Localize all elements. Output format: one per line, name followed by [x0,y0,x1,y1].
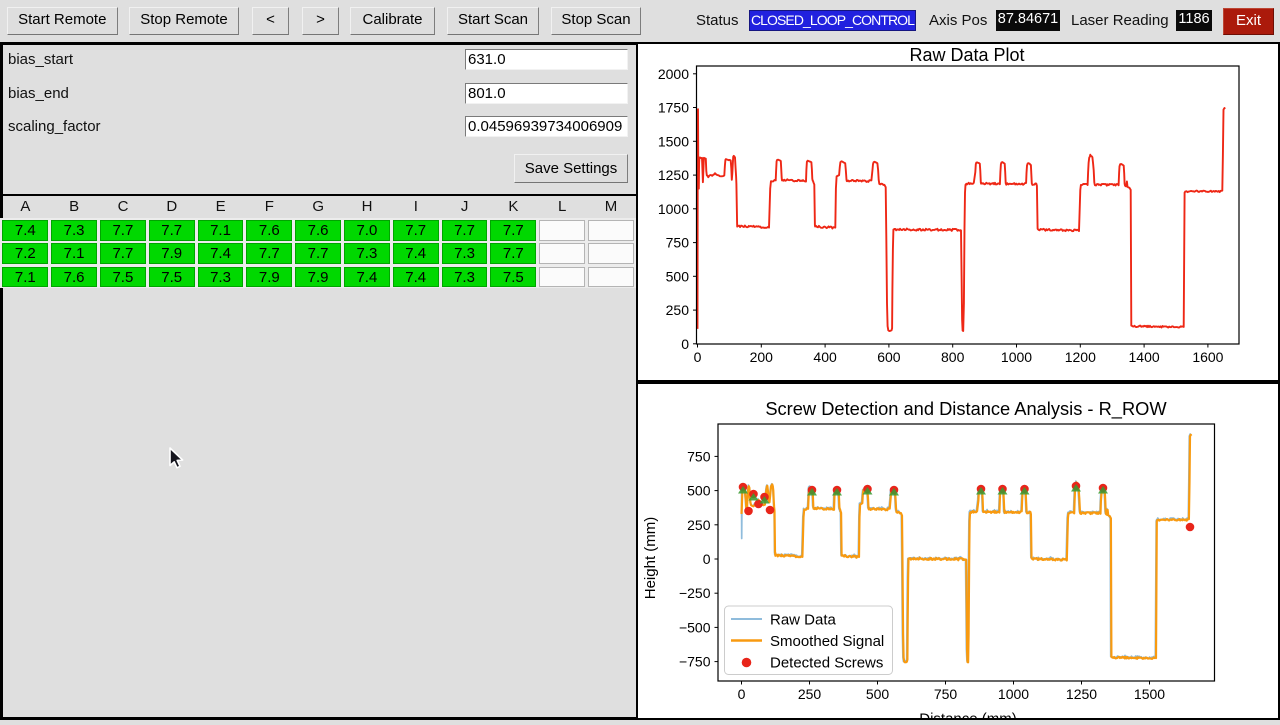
svg-text:Raw Data: Raw Data [770,612,837,629]
svg-text:500: 500 [666,268,690,284]
svg-text:−750: −750 [679,654,711,670]
svg-text:Screw Detection and Distance A: Screw Detection and Distance Analysis - … [765,398,1167,420]
svg-text:250: 250 [687,517,711,533]
svg-text:−500: −500 [679,619,711,635]
svg-text:750: 750 [666,235,690,251]
svg-text:1750: 1750 [658,100,689,116]
svg-text:500: 500 [866,686,890,702]
svg-text:2000: 2000 [658,66,689,82]
svg-text:1000: 1000 [658,201,689,217]
svg-text:−250: −250 [679,585,711,601]
svg-text:1500: 1500 [658,133,689,149]
svg-text:250: 250 [666,302,690,318]
svg-text:750: 750 [934,686,958,702]
svg-text:400: 400 [813,349,837,365]
svg-text:0: 0 [738,686,746,702]
svg-text:200: 200 [750,349,774,365]
svg-text:800: 800 [941,349,965,365]
svg-text:500: 500 [687,483,711,499]
svg-text:1000: 1000 [998,686,1029,702]
svg-text:0: 0 [703,551,711,567]
svg-text:1400: 1400 [1129,349,1160,365]
svg-text:250: 250 [798,686,822,702]
svg-text:Height (mm): Height (mm) [642,517,659,600]
svg-text:1600: 1600 [1192,349,1223,365]
svg-text:Raw Data Plot: Raw Data Plot [909,45,1024,65]
svg-text:600: 600 [877,349,901,365]
svg-text:Distance (mm): Distance (mm) [919,711,1017,721]
svg-text:1500: 1500 [1134,686,1165,702]
svg-text:Detected Screws: Detected Screws [770,655,883,672]
svg-text:1250: 1250 [1066,686,1097,702]
svg-text:0: 0 [681,336,689,352]
svg-text:0: 0 [694,349,702,365]
svg-text:1250: 1250 [658,167,689,183]
svg-text:750: 750 [687,448,711,464]
svg-text:1000: 1000 [1001,349,1032,365]
svg-text:Smoothed Signal: Smoothed Signal [770,633,884,650]
svg-text:1200: 1200 [1065,349,1096,365]
